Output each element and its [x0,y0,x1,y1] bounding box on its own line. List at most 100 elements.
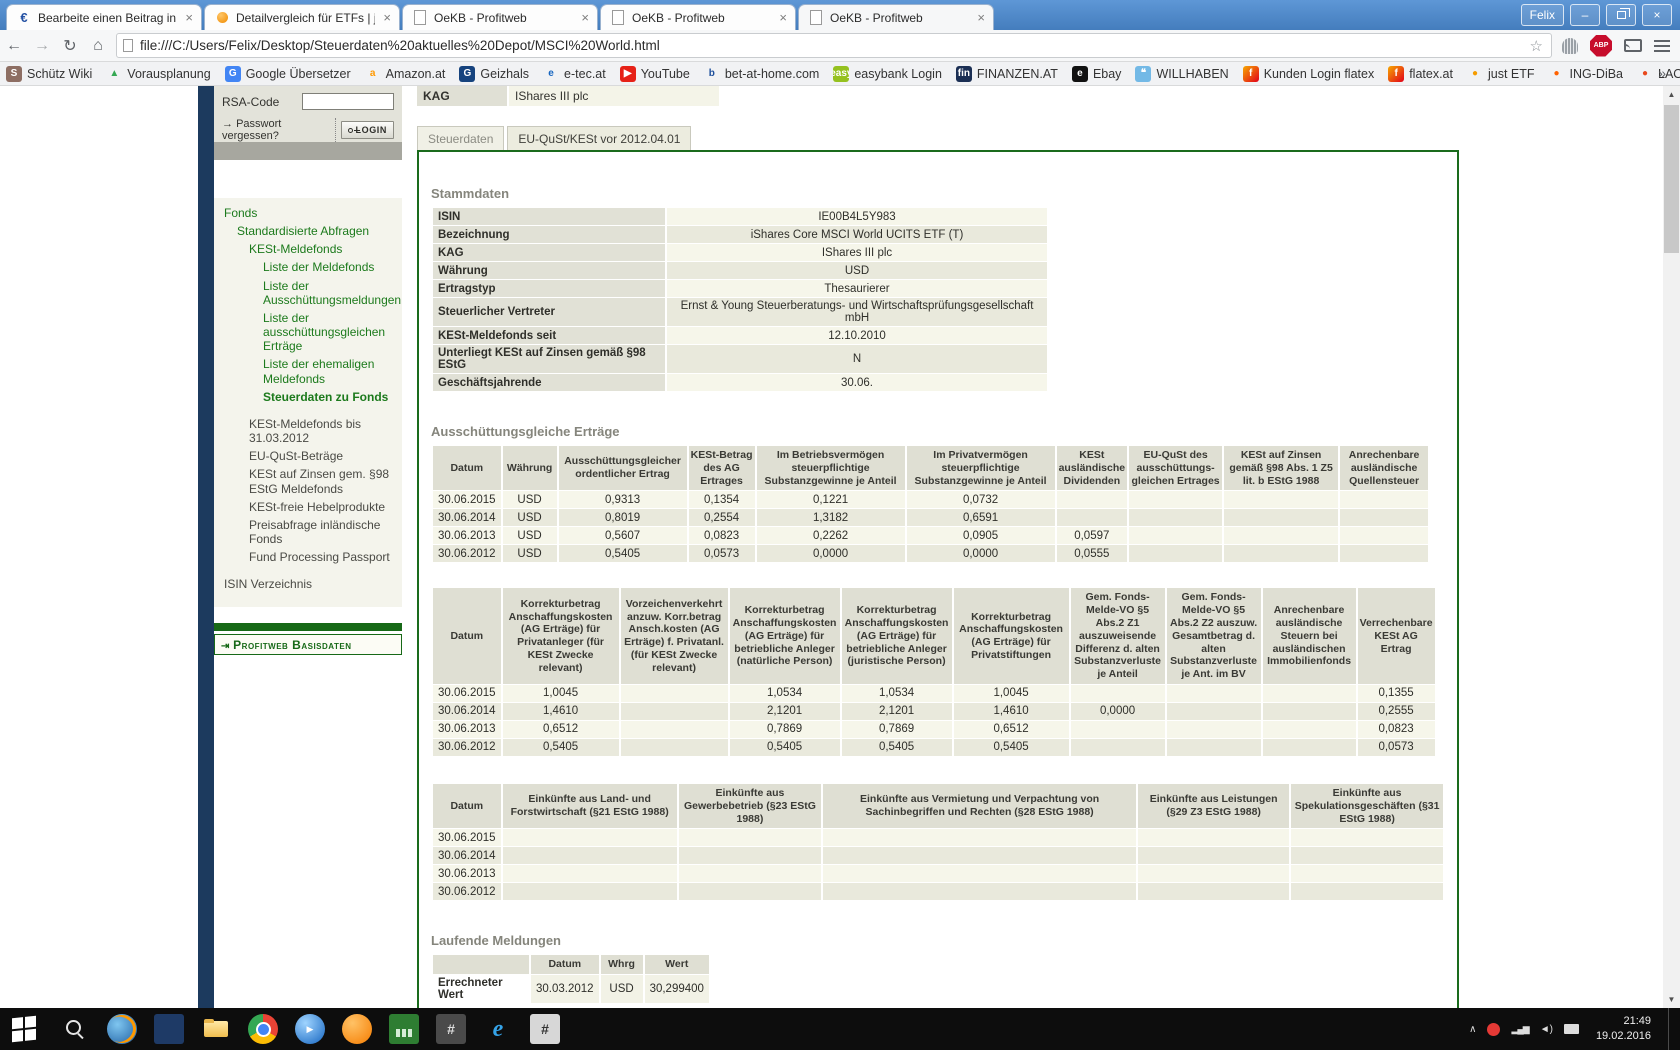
bookmark-item[interactable]: G Google Übersetzer [225,66,351,82]
tab-close-icon[interactable]: × [375,10,399,25]
tab-favicon-icon [808,10,824,26]
home-icon[interactable]: ⌂ [84,37,112,55]
address-bar[interactable]: file:///C:/Users/Felix/Desktop/Steuerdat… [116,33,1552,58]
forgot-password-link[interactable]: Passwort vergessen? [222,118,336,142]
url-text[interactable]: file:///C:/Users/Felix/Desktop/Steuerdat… [140,38,1528,53]
start-button[interactable] [0,1008,48,1050]
content-tab[interactable]: EU-QuSt/KESt vor 2012.04.01 [507,126,691,150]
restore-button[interactable] [1606,4,1636,26]
taskbar-app-icon[interactable] [530,1014,560,1044]
taskbar-app-icon[interactable] [295,1014,325,1044]
taskbar-app-icon[interactable] [389,1014,419,1044]
taskbar-app-icon[interactable] [248,1014,278,1044]
bookmark-item[interactable]: ● just ETF [1467,66,1535,82]
keyboard-icon[interactable] [1564,1024,1579,1034]
table-cell [1138,883,1289,900]
sidebar-nav-item[interactable]: Liste der ausschüttungsgleichen Erträge [218,309,398,355]
sidebar-nav-item[interactable]: Liste der Meldefonds [218,258,398,276]
sidebar-nav-item[interactable]: KESt-freie Hebelprodukte [218,498,398,516]
tab-favicon-icon [412,10,428,26]
bookmark-item[interactable]: f flatex.at [1388,66,1453,82]
hidden-icons-chevron-icon[interactable]: ∧ [1469,1024,1476,1035]
forward-icon[interactable]: → [28,37,56,55]
bookmark-item[interactable]: b bet-at-home.com [704,66,819,82]
browser-tab[interactable]: OeKB - Profitweb × [600,4,796,30]
taskbar-app-icon[interactable] [342,1014,372,1044]
bookmark-item[interactable]: fin FINANZEN.AT [956,66,1058,82]
browser-toolbar: ← → ↻ ⌂ file:///C:/Users/Felix/Desktop/S… [0,30,1680,62]
taskbar-clock[interactable]: 21:49 19.02.2016 [1590,1014,1657,1044]
bookmark-item[interactable]: e e-tec.at [543,66,606,82]
network-icon[interactable]: ▂▄▆ [1511,1024,1528,1035]
basisdaten-button[interactable]: Profitweb Basisdaten [214,634,402,655]
browser-tab[interactable]: Detailvergleich für ETFs | ju × [204,4,400,30]
scroll-down-icon[interactable]: ▼ [1663,991,1680,1008]
browser-menu-icon[interactable] [1654,40,1670,42]
show-desktop-button[interactable] [1668,1008,1676,1050]
bookmark-item[interactable]: ▶ YouTube [620,66,690,82]
minimize-button[interactable]: – [1570,4,1600,26]
sidebar-nav-item[interactable]: EU-QuSt-Beträge [218,447,398,465]
sidebar-nav-item[interactable]: Liste der ehemaligen Meldefonds [218,355,398,387]
sidebar-nav-item[interactable]: KESt-Meldefonds [218,240,398,258]
tab-close-icon[interactable]: × [969,10,993,25]
table-cell: 30.06.2013 [433,527,501,544]
login-button[interactable]: Login [341,121,395,139]
scroll-up-icon[interactable]: ▲ [1663,86,1680,103]
bookmark-item[interactable]: ▲ Vorausplanung [106,66,210,82]
table-cell [1129,509,1222,526]
sidebar-nav-item[interactable]: KESt-Meldefonds bis 31.03.2012 [218,415,398,447]
tab-close-icon[interactable]: × [573,10,597,25]
bookmark-item[interactable]: G Geizhals [459,66,529,82]
sidebar-nav-item[interactable]: Liste der Ausschüttungsmeldungen [218,277,398,309]
cast-icon[interactable] [1624,39,1642,52]
bookmark-item[interactable]: S Schütz Wiki [6,66,92,82]
table-cell: 0,5405 [559,545,687,562]
taskbar-app-icon[interactable] [436,1014,466,1044]
bookmark-item[interactable]: f Kunden Login flatex [1243,66,1375,82]
scrollbar-thumb[interactable] [1664,105,1679,253]
table-cell [1129,527,1222,544]
profile-button[interactable]: Felix [1521,4,1564,26]
reload-icon[interactable]: ↻ [56,36,84,56]
sidebar-nav-item[interactable]: Steuerdaten zu Fonds [218,388,398,406]
bookmark-item[interactable]: e Ebay [1072,66,1122,82]
taskbar-app-icon[interactable] [154,1014,184,1044]
tab-close-icon[interactable]: × [771,10,795,25]
table-cell: 30.06.2015 [433,491,501,508]
sidebar-nav-item[interactable]: KESt auf Zinsen gem. §98 EStG Meldefonds [218,465,398,497]
sidebar-nav-item[interactable]: ISIN Verzeichnis [218,575,398,593]
table-row: 30.06.2012USD0,54050,05730,00000,00000,0… [433,545,1428,562]
antivirus-tray-icon[interactable] [1487,1023,1500,1036]
taskbar-app-icon[interactable] [107,1014,137,1044]
sidebar-nav-item[interactable]: Fonds [218,204,398,222]
bookmark-star-icon[interactable]: ☆ [1528,37,1545,55]
sidebar-nav-item[interactable]: Preisabfrage inländische Fonds [218,516,398,548]
bookmark-item[interactable]: ● ING-DiBa [1549,66,1623,82]
bookmark-item[interactable]: a Amazon.at [365,66,446,82]
extension-hand-icon[interactable] [1562,38,1578,54]
scrollbar[interactable]: ▲ ▼ [1663,86,1680,1008]
browser-tab[interactable]: OeKB - Profitweb × [402,4,598,30]
table-cell [1340,491,1428,508]
taskbar-app-icon[interactable] [60,1014,90,1044]
sidebar-nav-item[interactable]: Fund Processing Passport [218,548,398,566]
browser-tab[interactable]: Bearbeite einen Beitrag in × [6,4,202,30]
login-panel: RSA-Code Passwort vergessen? Login [214,86,402,142]
volume-icon[interactable]: ◄) [1540,1024,1553,1035]
tab-close-icon[interactable]: × [177,10,201,25]
bookmarks-overflow-icon[interactable]: » [1658,65,1666,81]
back-icon[interactable]: ← [0,37,28,55]
sidebar-nav-item[interactable]: Standardisierte Abfragen [218,222,398,240]
content-tab[interactable]: Steuerdaten [417,126,504,150]
taskbar-app-icon[interactable] [201,1014,231,1044]
close-button[interactable]: × [1642,4,1672,26]
bookmarks-bar: S Schütz Wiki ▲ Vorausplanung G Google Ü… [0,62,1680,86]
adblock-plus-icon[interactable]: ABP [1590,35,1612,57]
taskbar-app-icon[interactable] [483,1014,513,1044]
bookmark-item[interactable]: easy easybank Login [833,66,942,82]
bookmark-item[interactable]: ❝ WILLHABEN [1135,66,1228,82]
bookmark-favicon-icon: easy [833,66,849,82]
rsa-code-input[interactable] [302,93,394,110]
browser-tab[interactable]: OeKB - Profitweb × [798,4,994,30]
